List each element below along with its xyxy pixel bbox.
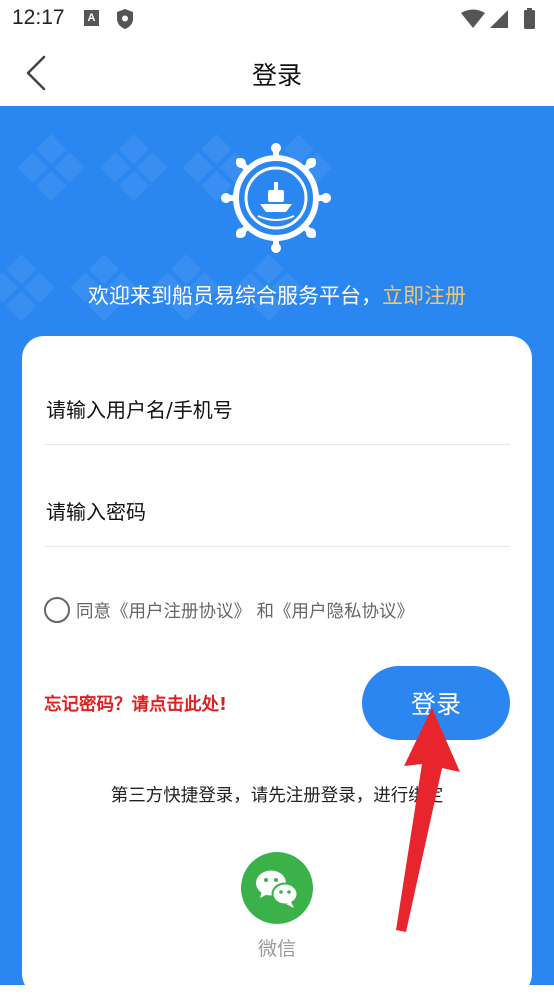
welcome-text: 欢迎来到船员易综合服务平台，立即注册	[0, 280, 554, 310]
agreement-radio[interactable]	[44, 597, 70, 623]
agreement-text[interactable]: 同意《用户注册协议》 和《用户隐私协议》	[76, 598, 414, 623]
password-placeholder: 请输入密码	[46, 500, 146, 524]
status-right-icons	[461, 8, 535, 29]
wifi-icon	[461, 9, 485, 28]
username-placeholder: 请输入用户名/手机号	[46, 398, 233, 422]
password-field[interactable]: 请输入密码	[44, 446, 510, 547]
title-bar: 登录	[0, 38, 554, 106]
wechat-icon	[256, 870, 299, 908]
a-icon: A	[84, 10, 99, 26]
red-arrow-annotation	[396, 708, 460, 932]
status-time: 12:17	[12, 6, 65, 29]
signal-icon	[490, 10, 508, 28]
status-bar: 12:17 A	[0, 0, 554, 38]
shield-icon	[117, 9, 133, 29]
register-link[interactable]: 立即注册	[382, 284, 466, 308]
username-field[interactable]: 请输入用户名/手机号	[44, 344, 510, 445]
wechat-login-button[interactable]	[241, 852, 313, 924]
battery-icon	[524, 10, 535, 29]
ship-wheel-icon	[221, 143, 331, 253]
welcome-message: 欢迎来到船员易综合服务平台，	[88, 284, 382, 308]
forgot-password-link[interactable]: 忘记密码？请点击此处!	[44, 691, 227, 716]
page-title: 登录	[251, 61, 302, 90]
